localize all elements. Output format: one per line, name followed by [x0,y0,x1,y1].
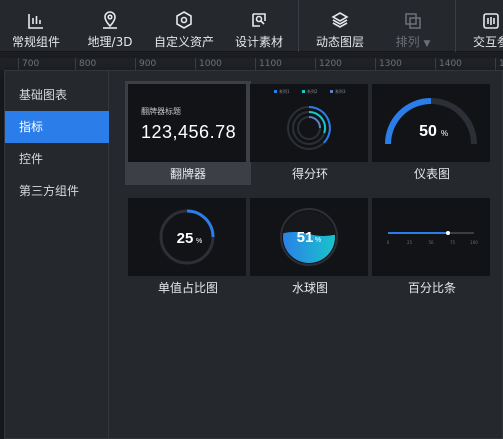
single-value-ratio-thumbnail: 25 % [128,198,246,276]
score-ring-graphic: 系列1 系列2 系列3 [274,88,346,150]
ruler-tick: 700 [18,58,39,70]
legend-label: 系列3 [335,88,346,94]
liquid-value: 51 [297,229,314,246]
ruler-tick: 1200 [315,58,342,70]
single-value-ratio-graphic: 25 % [159,209,215,265]
ruler-tick: 1400 [435,58,462,70]
gauge-thumbnail: 50 % [372,84,490,162]
copy-icon [404,0,422,30]
toolbar-geo-3d[interactable]: 地理/3D [84,0,136,52]
percent-tick: 25 [407,240,413,245]
toolbar-interaction[interactable]: 交互参 [468,0,503,52]
percentage-bar-graphic: 0 25 50 75 100 [387,231,478,245]
liquid-ball-graphic: 51 % [280,208,338,266]
toolbar-arrange[interactable]: 排列 ▼ [390,0,436,52]
gauge-graphic: 50 % [385,98,477,145]
layers-icon [330,0,350,30]
toolbar-custom-assets[interactable]: 自定义资产 [152,0,216,52]
percent-tick: 100 [470,240,478,245]
legend-label: 系列1 [279,88,290,94]
component-card-score-ring[interactable]: 系列1 系列2 系列3 得分环 [247,81,373,185]
ruler-tick: 1100 [255,58,282,70]
percentage-bar-thumbnail: 0 25 50 75 100 [372,198,490,276]
flip-counter-thumbnail: 翻牌器标题 123,456.78 [128,84,246,162]
ruler-tick: 1000 [195,58,222,70]
ratio-unit: % [196,238,202,245]
ruler-tick: 1300 [375,58,402,70]
toolbar-divider [455,0,456,52]
ratio-value: 25 [177,230,194,247]
score-ring-thumbnail: 系列1 系列2 系列3 [250,84,368,162]
percent-tick: 75 [450,240,456,245]
toolbar-design-materials[interactable]: 设计素材 [232,0,286,52]
component-card-liquid-ball[interactable]: 51 % 水球图 [247,195,373,299]
map-pin-icon [101,0,119,30]
gauge-value: 50 [419,123,437,140]
ruler-tick: 900 [135,58,156,70]
ruler-tick: 800 [75,58,96,70]
category-sidebar: 基础图表 指标 控件 第三方组件 [5,71,109,438]
toolbar-divider [298,0,299,52]
legend-label: 系列2 [307,88,318,94]
caret-down-icon: ▼ [423,39,431,49]
image-search-icon [249,0,269,30]
liquid-ball-thumbnail: 51 % [250,198,368,276]
bar-chart-icon [27,0,45,30]
sidebar-item-third-party[interactable]: 第三方组件 [5,175,109,207]
liquid-unit: % [315,237,321,244]
toolbar-dynamic-layers[interactable]: 动态图层 [312,0,368,52]
ruler-tick: 1500 [495,58,503,70]
gauge-unit: % [441,129,448,138]
percent-tick: 0 [387,240,390,245]
sidebar-item-indicators[interactable]: 指标 [5,111,109,143]
horizontal-ruler: 700 800 900 1000 1100 1200 1300 1400 150… [0,58,503,70]
toolbar: 常规组件 地理/3D 自定义资产 设计素材 动态图层 排列 ▼ 交互参 [0,0,503,52]
sidebar-item-controls[interactable]: 控件 [5,143,109,175]
score-ring-legend: 系列1 系列2 系列3 [274,88,346,94]
component-card-gauge[interactable]: 50 % 仪表图 [369,81,495,185]
component-card-percentage-bar[interactable]: 0 25 50 75 100 百分比条 [369,195,495,299]
interaction-icon [482,0,500,30]
toolbar-common-components[interactable]: 常规组件 [8,0,64,52]
percent-tick: 50 [428,240,434,245]
sidebar-item-basic-charts[interactable]: 基础图表 [5,79,109,111]
hexagon-icon [175,0,193,30]
component-card-flip-counter[interactable]: 翻牌器标题 123,456.78 翻牌器 [125,81,251,185]
component-card-single-value-ratio[interactable]: 25 % 单值占比图 [125,195,251,299]
component-panel: 基础图表 指标 控件 第三方组件 翻牌器标题 123,456.78 翻牌器 系列… [4,70,503,439]
